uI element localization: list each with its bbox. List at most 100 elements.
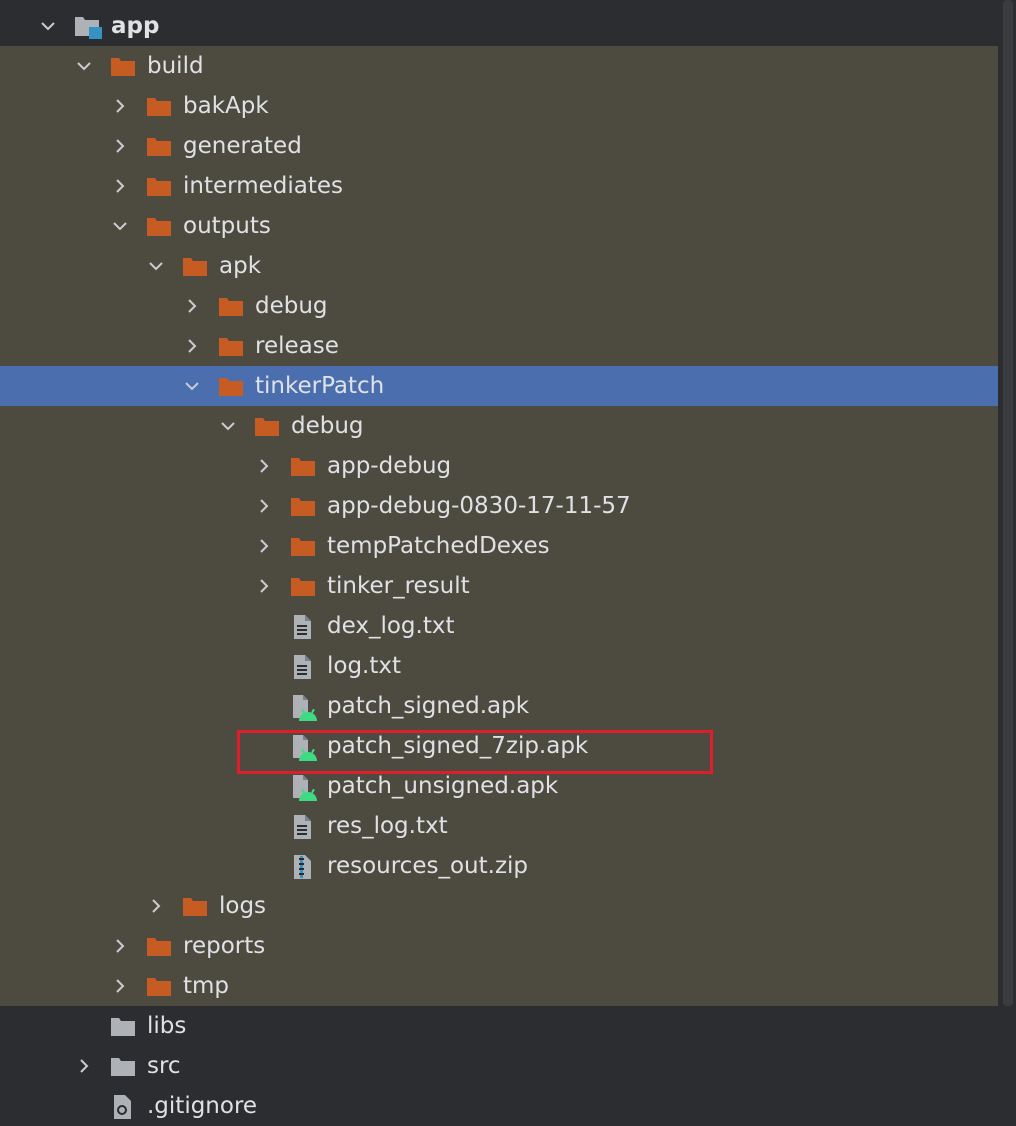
folder-icon [218, 334, 244, 358]
folder-icon [290, 534, 316, 558]
tree-item-label: tmp [183, 973, 230, 999]
text-file-icon [290, 654, 316, 679]
chevron-right-icon[interactable] [108, 86, 132, 126]
tree-folder-tmp[interactable]: tmp [0, 966, 998, 1006]
tree-item-label: log.txt [327, 653, 402, 679]
folder-icon [182, 894, 208, 918]
tree-item-label: apk [219, 253, 262, 279]
tree-folder-src[interactable]: src [0, 1046, 998, 1086]
tree-file-patch-signed-7zip-apk[interactable]: patch_signed_7zip.apk [0, 726, 998, 766]
tree-item-label: reports [183, 933, 266, 959]
tree-item-label: tinkerPatch [255, 373, 385, 399]
tree-file-patch-unsigned-apk[interactable]: patch_unsigned.apk [0, 766, 998, 806]
gray-folder-icon [110, 1014, 136, 1038]
vertical-scrollbar[interactable] [998, 0, 1016, 1114]
tree-folder-build[interactable]: build [0, 46, 998, 86]
tree-folder-outputs[interactable]: outputs [0, 206, 998, 246]
tree-item-label: dex_log.txt [327, 613, 455, 639]
chevron-right-icon[interactable] [252, 486, 276, 526]
tree-item-label: tempPatchedDexes [327, 533, 550, 559]
tree-item-label: resources_out.zip [327, 853, 529, 879]
tree-file-log-txt[interactable]: log.txt [0, 646, 998, 686]
tree-folder-release[interactable]: release [0, 326, 998, 366]
tree-folder-bakapk[interactable]: bakApk [0, 86, 998, 126]
tree-file-dex-log-txt[interactable]: dex_log.txt [0, 606, 998, 646]
folder-icon [218, 374, 244, 398]
chevron-right-icon[interactable] [180, 286, 204, 326]
tree-item-label: app-debug-0830-17-11-57 [327, 493, 631, 519]
tree-folder-logs[interactable]: logs [0, 886, 998, 926]
tree-item-label: res_log.txt [327, 813, 448, 839]
folder-icon [290, 454, 316, 478]
chevron-right-icon[interactable] [180, 326, 204, 366]
tree-item-label: build [147, 53, 204, 79]
chevron-right-icon[interactable] [252, 566, 276, 606]
gray-folder-icon [110, 1054, 136, 1078]
chevron-right-icon[interactable] [108, 926, 132, 966]
chevron-down-icon[interactable] [180, 366, 204, 406]
tree-folder-reports[interactable]: reports [0, 926, 998, 966]
tree-file-patch-signed-apk[interactable]: patch_signed.apk [0, 686, 998, 726]
tree-folder-apk[interactable]: apk [0, 246, 998, 286]
tree-folder-libs[interactable]: libs [0, 1006, 998, 1046]
chevron-right-icon[interactable] [108, 166, 132, 206]
zip-file-icon [290, 854, 316, 879]
chevron-right-icon[interactable] [252, 446, 276, 486]
chevron-right-icon[interactable] [72, 1046, 96, 1086]
folder-icon [146, 134, 172, 158]
folder-icon [146, 94, 172, 118]
tree-item-label: outputs [183, 213, 271, 239]
apk-file-icon [290, 774, 317, 801]
gitignore-file-icon [110, 1094, 136, 1119]
chevron-right-icon[interactable] [144, 886, 168, 926]
tree-folder-debug[interactable]: debug [0, 406, 998, 446]
apk-file-icon [290, 694, 317, 721]
tree-item-label: debug [291, 413, 364, 439]
tree-folder-generated[interactable]: generated [0, 126, 998, 166]
tree-item-label: libs [147, 1013, 187, 1039]
chevron-right-icon[interactable] [108, 126, 132, 166]
tree-item-label: tinker_result [327, 573, 470, 599]
tree-item-label: app [111, 13, 160, 39]
folder-icon [254, 414, 280, 438]
tree-item-label: debug [255, 293, 328, 319]
tree-item-label: release [255, 333, 339, 359]
module-folder-icon [74, 14, 102, 39]
tree-folder-debug[interactable]: debug [0, 286, 998, 326]
chevron-down-icon[interactable] [36, 6, 60, 46]
tree-folder-intermediates[interactable]: intermediates [0, 166, 998, 206]
tree-file-res-log-txt[interactable]: res_log.txt [0, 806, 998, 846]
tree-item-label: src [147, 1053, 181, 1079]
scrollbar-thumb[interactable] [1003, 0, 1013, 1006]
tree-folder-app-debug[interactable]: app-debug [0, 446, 998, 486]
tree-folder-app[interactable]: app [0, 6, 998, 46]
folder-icon [146, 974, 172, 998]
folder-icon [146, 934, 172, 958]
tree-item-label: patch_unsigned.apk [327, 773, 559, 799]
apk-file-icon [290, 734, 317, 761]
tree-folder-tinker-result[interactable]: tinker_result [0, 566, 998, 606]
folder-icon [146, 174, 172, 198]
chevron-down-icon[interactable] [216, 406, 240, 446]
chevron-down-icon[interactable] [72, 46, 96, 86]
tree-folder-app-debug-0830-17-11-57[interactable]: app-debug-0830-17-11-57 [0, 486, 998, 526]
tree-file-resources-out-zip[interactable]: resources_out.zip [0, 846, 998, 886]
folder-icon [218, 294, 244, 318]
chevron-right-icon[interactable] [108, 966, 132, 1006]
tree-file-gitignore[interactable]: .gitignore [0, 1086, 998, 1126]
text-file-icon [290, 814, 316, 839]
tree-folder-temppatcheddexes[interactable]: tempPatchedDexes [0, 526, 998, 566]
chevron-down-icon[interactable] [144, 246, 168, 286]
tree-item-label: bakApk [183, 93, 269, 119]
folder-icon [290, 574, 316, 598]
tree-item-label: intermediates [183, 173, 343, 199]
tree-folder-tinkerpatch[interactable]: tinkerPatch [0, 366, 998, 406]
tree-item-label: patch_signed_7zip.apk [327, 733, 589, 759]
chevron-down-icon[interactable] [108, 206, 132, 246]
chevron-right-icon[interactable] [252, 526, 276, 566]
tree-item-label: .gitignore [147, 1093, 258, 1119]
folder-icon [146, 214, 172, 238]
text-file-icon [290, 614, 316, 639]
tree-item-label: generated [183, 133, 302, 159]
tree-item-label: app-debug [327, 453, 452, 479]
